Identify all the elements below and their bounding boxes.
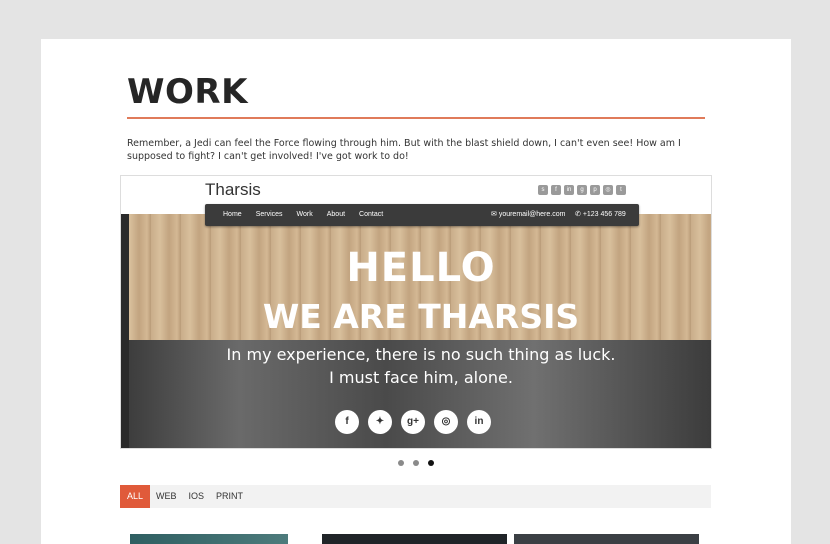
page-title: WORK [127,72,248,112]
preview-nav-home: Home [223,211,242,218]
hero-tagline-line2: I must face him, alone. [329,368,513,387]
twitter-icon[interactable]: ✦ [368,410,392,434]
hero-title: HELLO [346,245,496,291]
preview-email: ✉ youremail@here.com [491,204,565,226]
filter-ios[interactable]: IOS [183,485,211,508]
preview-phone-text: +123 456 789 [582,211,626,218]
hero-tagline-line1: In my experience, there is no such thing… [226,345,616,364]
preview-nav-services: Services [255,211,283,218]
envelope-icon: ✉ [491,211,499,218]
portfolio-thumbnail[interactable] [514,534,699,544]
slider-pagination [398,460,434,466]
preview-phone: ✆ +123 456 789 [575,204,626,226]
hero-social-icons: f ✦ g+ ◎ in [335,410,491,434]
pinterest-icon: p [590,185,600,195]
dribbble-icon: ◎ [603,185,613,195]
preview-navbar: Home Services Work About Contact ✉ youre… [205,204,639,226]
preview-nav-contact: Contact [359,211,384,218]
portfolio-thumbnail[interactable] [322,534,507,544]
image-slider[interactable]: Tharsis s f in g p ◎ t Home Services Wor… [120,175,712,449]
preview-nav-work: Work [296,211,313,218]
filter-web[interactable]: WEB [150,485,183,508]
preview-email-text: youremail@here.com [498,211,566,218]
twitter-icon: t [616,185,626,195]
intro-text: Remember, a Jedi can feel the Force flow… [127,138,681,162]
slide-dot-1[interactable] [398,460,404,466]
facebook-icon: f [551,185,561,195]
preview-logo: Tharsis [205,180,261,199]
dribbble-icon[interactable]: ◎ [434,410,458,434]
skype-icon: s [538,185,548,195]
hero-subtitle: WE ARE THARSIS [262,297,580,336]
facebook-icon[interactable]: f [335,410,359,434]
google-plus-icon: g [577,185,587,195]
portfolio-filter-bar: ALL WEB IOS PRINT [120,485,711,508]
google-plus-icon[interactable]: g+ [401,410,425,434]
slide-dot-3[interactable] [428,460,434,466]
title-divider [127,117,705,119]
phone-icon: ✆ [575,211,583,218]
linkedin-icon[interactable]: in [467,410,491,434]
slide-dot-2[interactable] [413,460,419,466]
preview-nav-about: About [326,211,346,218]
filter-print[interactable]: PRINT [210,485,249,508]
filter-all[interactable]: ALL [120,485,151,508]
portfolio-thumbnail[interactable] [130,534,288,544]
content-card: WORK Remember, a Jedi can feel the Force… [41,39,791,544]
linkedin-icon: in [564,185,574,195]
preview-social-icons: s f in g p ◎ t [538,185,626,195]
hero-tagline: In my experience, there is no such thing… [121,343,711,389]
